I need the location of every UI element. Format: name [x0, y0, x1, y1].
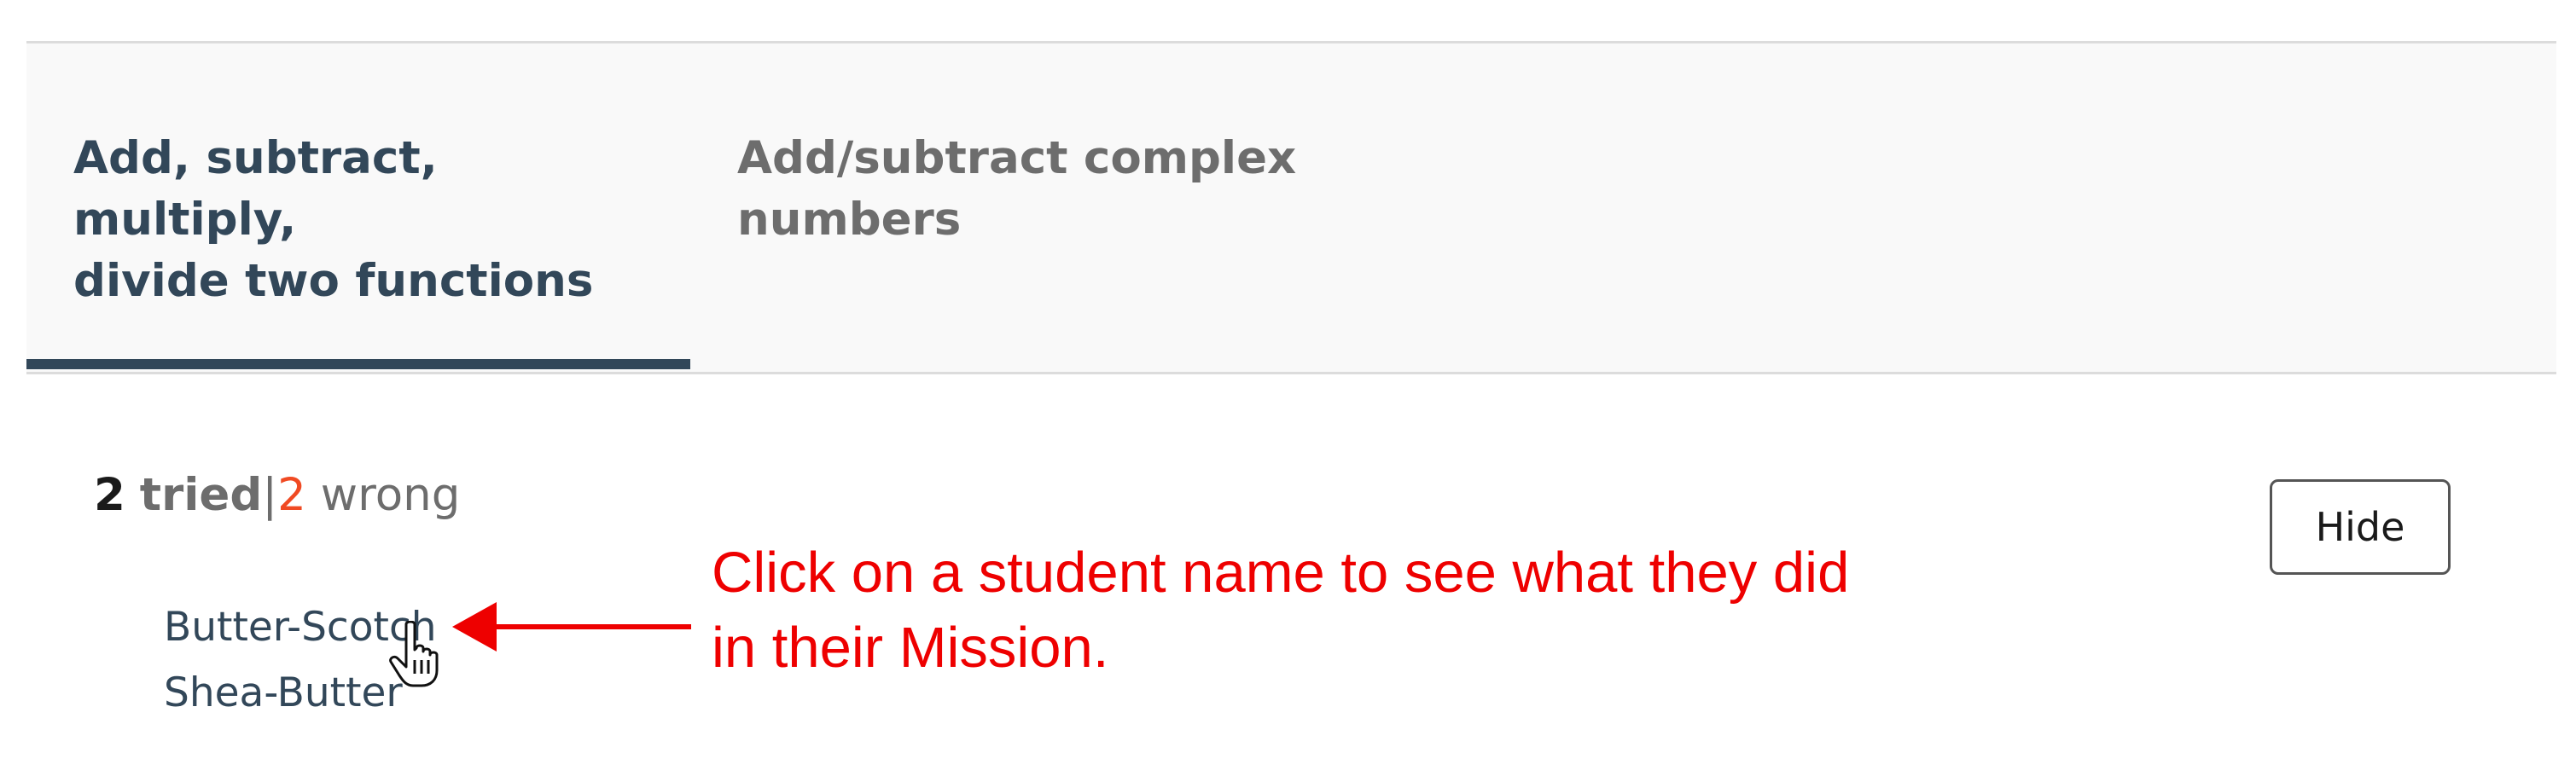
stats-separator: |: [262, 469, 278, 521]
hand-pointer-icon: [389, 621, 439, 687]
hide-button[interactable]: Hide: [2270, 479, 2451, 575]
active-tab-indicator: [26, 359, 690, 369]
tried-label: tried: [139, 469, 263, 521]
attempt-stats: 2 tried|2 wrong: [94, 466, 460, 525]
wrong-count: 2: [277, 469, 306, 521]
wrong-label: wrong: [320, 469, 461, 521]
annotation-instruction: Click on a student name to see what they…: [712, 541, 1850, 680]
tab-add-subtract-multiply-divide-functions[interactable]: Add, subtract, multiply, divide two func…: [73, 128, 671, 312]
tab-add-subtract-complex-numbers[interactable]: Add/subtract complex numbers: [737, 128, 1335, 251]
arrow-left-icon: [452, 602, 691, 652]
student-link-shea-butter[interactable]: Shea-Butter: [164, 668, 403, 719]
tried-count: 2: [94, 469, 125, 521]
